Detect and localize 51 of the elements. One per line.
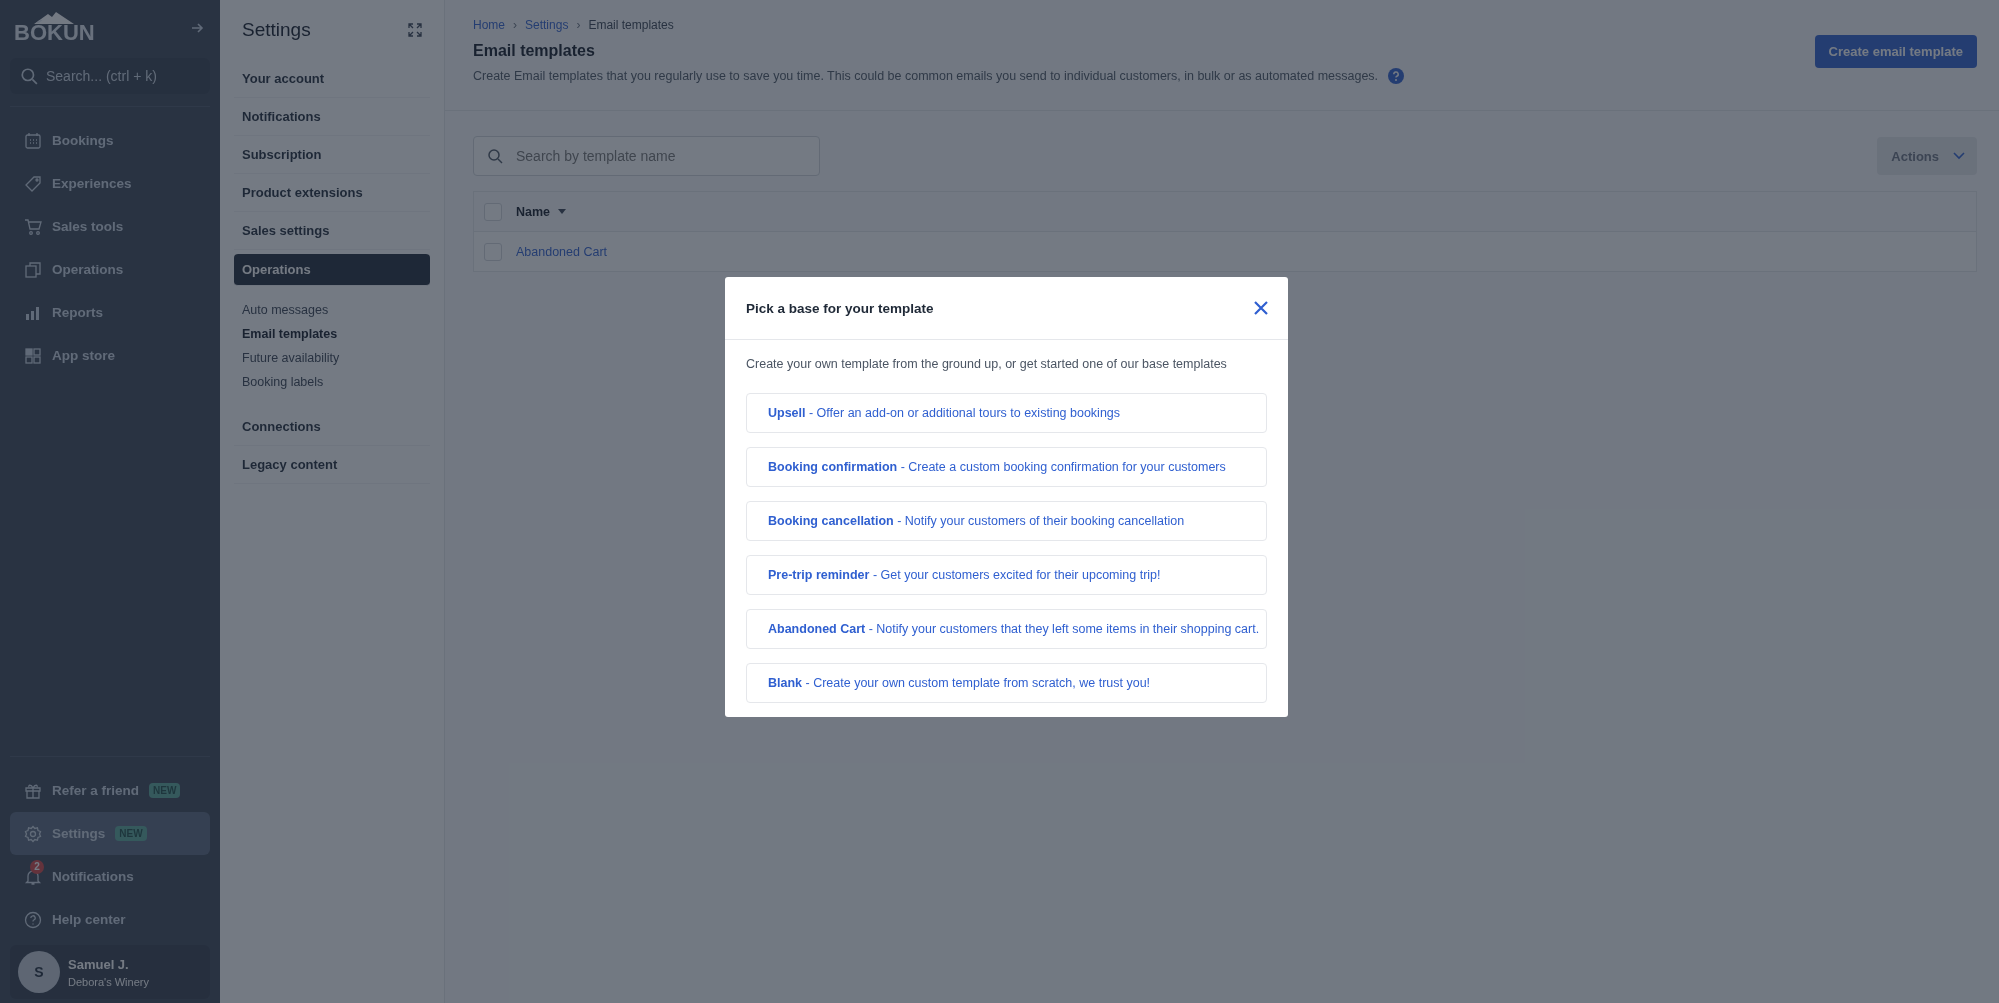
copy-icon <box>24 260 42 279</box>
grid-icon <box>24 346 42 365</box>
template-option[interactable]: Upsell - Offer an add-on or additional tours to existing bookings <box>746 393 1267 433</box>
sort-down-icon[interactable] <box>558 209 567 214</box>
calendar-icon <box>24 131 42 150</box>
settings-item[interactable]: Connections <box>234 408 430 446</box>
settings-subitem[interactable]: Booking labels <box>242 370 422 394</box>
settings-item[interactable]: Operations <box>234 254 430 286</box>
template-option[interactable]: Blank - Create your own custom template from scratch, we trust you! <box>746 663 1267 703</box>
panel-title: Settings <box>242 19 311 41</box>
page-description: Create Email templates that you regularly use to save you time. This could be common emails you send to individual customers, in bulk or as automated messages. <box>473 69 1379 83</box>
breadcrumb-separator: › <box>576 18 581 32</box>
breadcrumb-link[interactable]: Settings <box>525 18 569 32</box>
breadcrumb-separator: › <box>513 18 517 32</box>
chevron-down-icon <box>1953 152 1965 160</box>
user-card[interactable]: S Samuel J. Debora's Winery <box>10 945 210 999</box>
help-icon[interactable] <box>1388 68 1405 84</box>
logo[interactable]: BÓKUN <box>14 12 95 44</box>
settings-item[interactable]: Subscription <box>234 136 430 174</box>
template-link[interactable]: Abandoned Cart <box>516 244 608 259</box>
template-option[interactable]: Booking confirmation - Create a custom booking confirmation for your customers <box>746 447 1267 487</box>
settings-subitem[interactable]: Auto messages <box>242 298 422 322</box>
company-name: Debora's Winery <box>68 975 149 988</box>
template-option[interactable]: Abandoned Cart - Notify your customers that they left some items in their shopping cart. <box>746 609 1267 649</box>
tag-icon <box>24 174 42 193</box>
avatar: S <box>18 951 60 993</box>
create-template-button[interactable]: Create email template <box>1814 35 1977 68</box>
help-icon <box>24 910 42 929</box>
close-icon[interactable] <box>1254 301 1268 315</box>
template-option[interactable]: Pre-trip reminder - Get your customers excited for their upcoming trip! <box>746 555 1267 595</box>
modal-title: Pick a base for your template <box>746 300 934 316</box>
settings-item[interactable]: Legacy content <box>234 446 430 484</box>
user-name: Samuel J. <box>68 956 130 972</box>
breadcrumb-link[interactable]: Home <box>473 18 505 32</box>
expand-icon[interactable] <box>408 23 422 37</box>
settings-subitem[interactable]: Email templates <box>242 322 422 346</box>
template-option[interactable]: Booking cancellation - Notify your customers of their booking cancellation <box>746 501 1267 541</box>
modal-intro: Create your own template from the ground up, or get started one of our base templates <box>746 357 1228 371</box>
arrow-right-icon[interactable] <box>190 21 204 35</box>
settings-item[interactable]: Your account <box>234 60 430 98</box>
settings-subitem[interactable]: Future availability <box>242 346 422 370</box>
cart-icon <box>24 217 42 236</box>
settings-item[interactable]: Notifications <box>234 98 430 136</box>
column-header[interactable]: Name <box>516 204 551 219</box>
page-title: Email templates <box>473 42 596 60</box>
search-icon <box>487 148 503 164</box>
settings-item[interactable]: Sales settings <box>234 212 430 250</box>
notification-count: 2 <box>30 859 44 874</box>
search-icon <box>20 67 38 85</box>
settings-item[interactable]: Product extensions <box>234 174 430 212</box>
breadcrumb-current: Email templates <box>588 18 674 32</box>
